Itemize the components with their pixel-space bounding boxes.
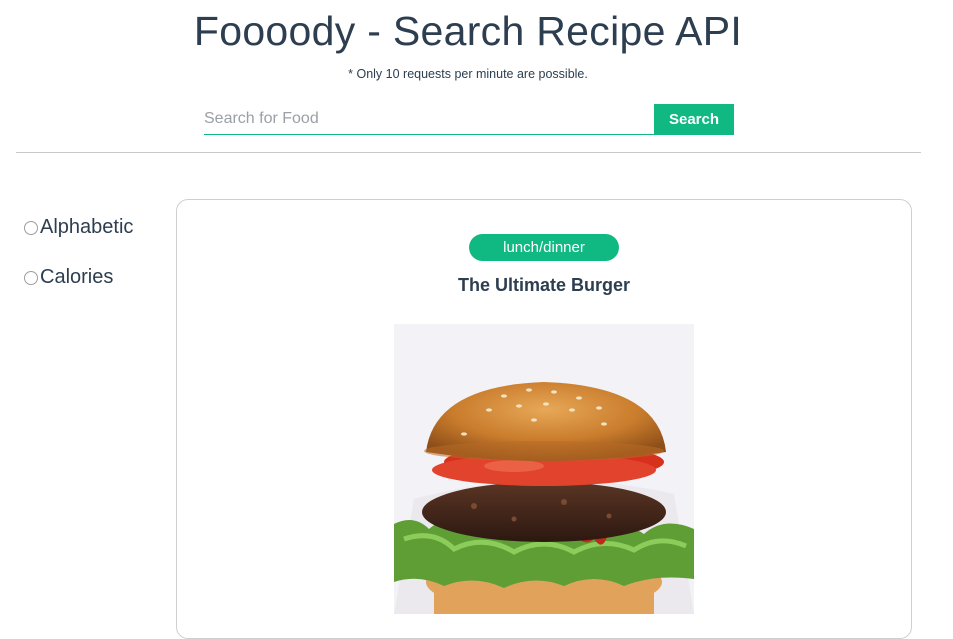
sort-option-label: Alphabetic [40,216,134,238]
sort-option-calories[interactable]: Calories [24,266,113,289]
rate-limit-note: * Only 10 requests per minute are possib… [348,67,588,81]
calories-radio[interactable] [24,270,38,285]
recipe-card[interactable]: lunch/dinner The Ultimate Burger [176,199,912,639]
burger-photo [394,324,694,614]
search-button[interactable]: Search [654,104,734,135]
recipe-image[interactable] [394,324,694,614]
page-title: Foooody - Search Recipe API [193,8,743,54]
sort-option-alphabetic[interactable]: Alphabetic [24,216,133,239]
search-input[interactable] [204,104,654,135]
recipe-title: The Ultimate Burger [457,275,631,295]
header-divider [16,152,921,153]
alphabetic-radio[interactable] [24,220,38,235]
sort-option-label: Calories [40,266,114,288]
meal-type-badge: lunch/dinner [469,234,619,261]
